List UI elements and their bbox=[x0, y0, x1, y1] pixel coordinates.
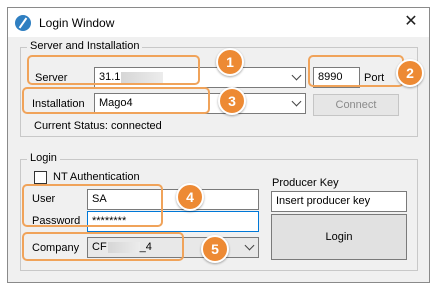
login-button[interactable]: Login bbox=[271, 214, 407, 260]
annotation-badge-1: 1 bbox=[216, 48, 244, 76]
app-logo-icon bbox=[15, 15, 31, 31]
nt-authentication-label: NT Authentication bbox=[53, 171, 140, 183]
annotation-highlight-credentials bbox=[22, 184, 163, 227]
annotation-badge-4: 4 bbox=[176, 183, 204, 211]
login-window: Login Window ✕ Server and Installation S… bbox=[7, 7, 430, 283]
annotation-highlight-installation bbox=[22, 87, 210, 114]
annotation-highlight-port bbox=[308, 55, 404, 87]
title-bar: Login Window ✕ bbox=[8, 8, 429, 37]
annotation-highlight-server bbox=[27, 55, 200, 85]
login-group-title: Login bbox=[27, 152, 60, 164]
annotation-badge-3: 3 bbox=[218, 87, 246, 115]
connection-status: Current Status: connected bbox=[34, 120, 162, 132]
annotation-badge-5: 5 bbox=[201, 235, 229, 263]
chevron-down-icon[interactable] bbox=[292, 72, 301, 81]
window-title: Login Window bbox=[39, 16, 115, 30]
close-icon[interactable]: ✕ bbox=[401, 12, 421, 32]
connect-button[interactable]: Connect bbox=[313, 94, 399, 116]
server-group-title: Server and Installation bbox=[27, 40, 143, 52]
producer-key-field[interactable]: Insert producer key bbox=[271, 191, 407, 212]
producer-key-label: Producer Key bbox=[272, 177, 339, 189]
nt-authentication-checkbox[interactable] bbox=[34, 171, 47, 184]
chevron-down-icon[interactable] bbox=[292, 98, 301, 107]
annotation-badge-2: 2 bbox=[396, 59, 424, 87]
chevron-down-icon[interactable] bbox=[245, 242, 254, 251]
annotation-highlight-company bbox=[22, 232, 184, 261]
